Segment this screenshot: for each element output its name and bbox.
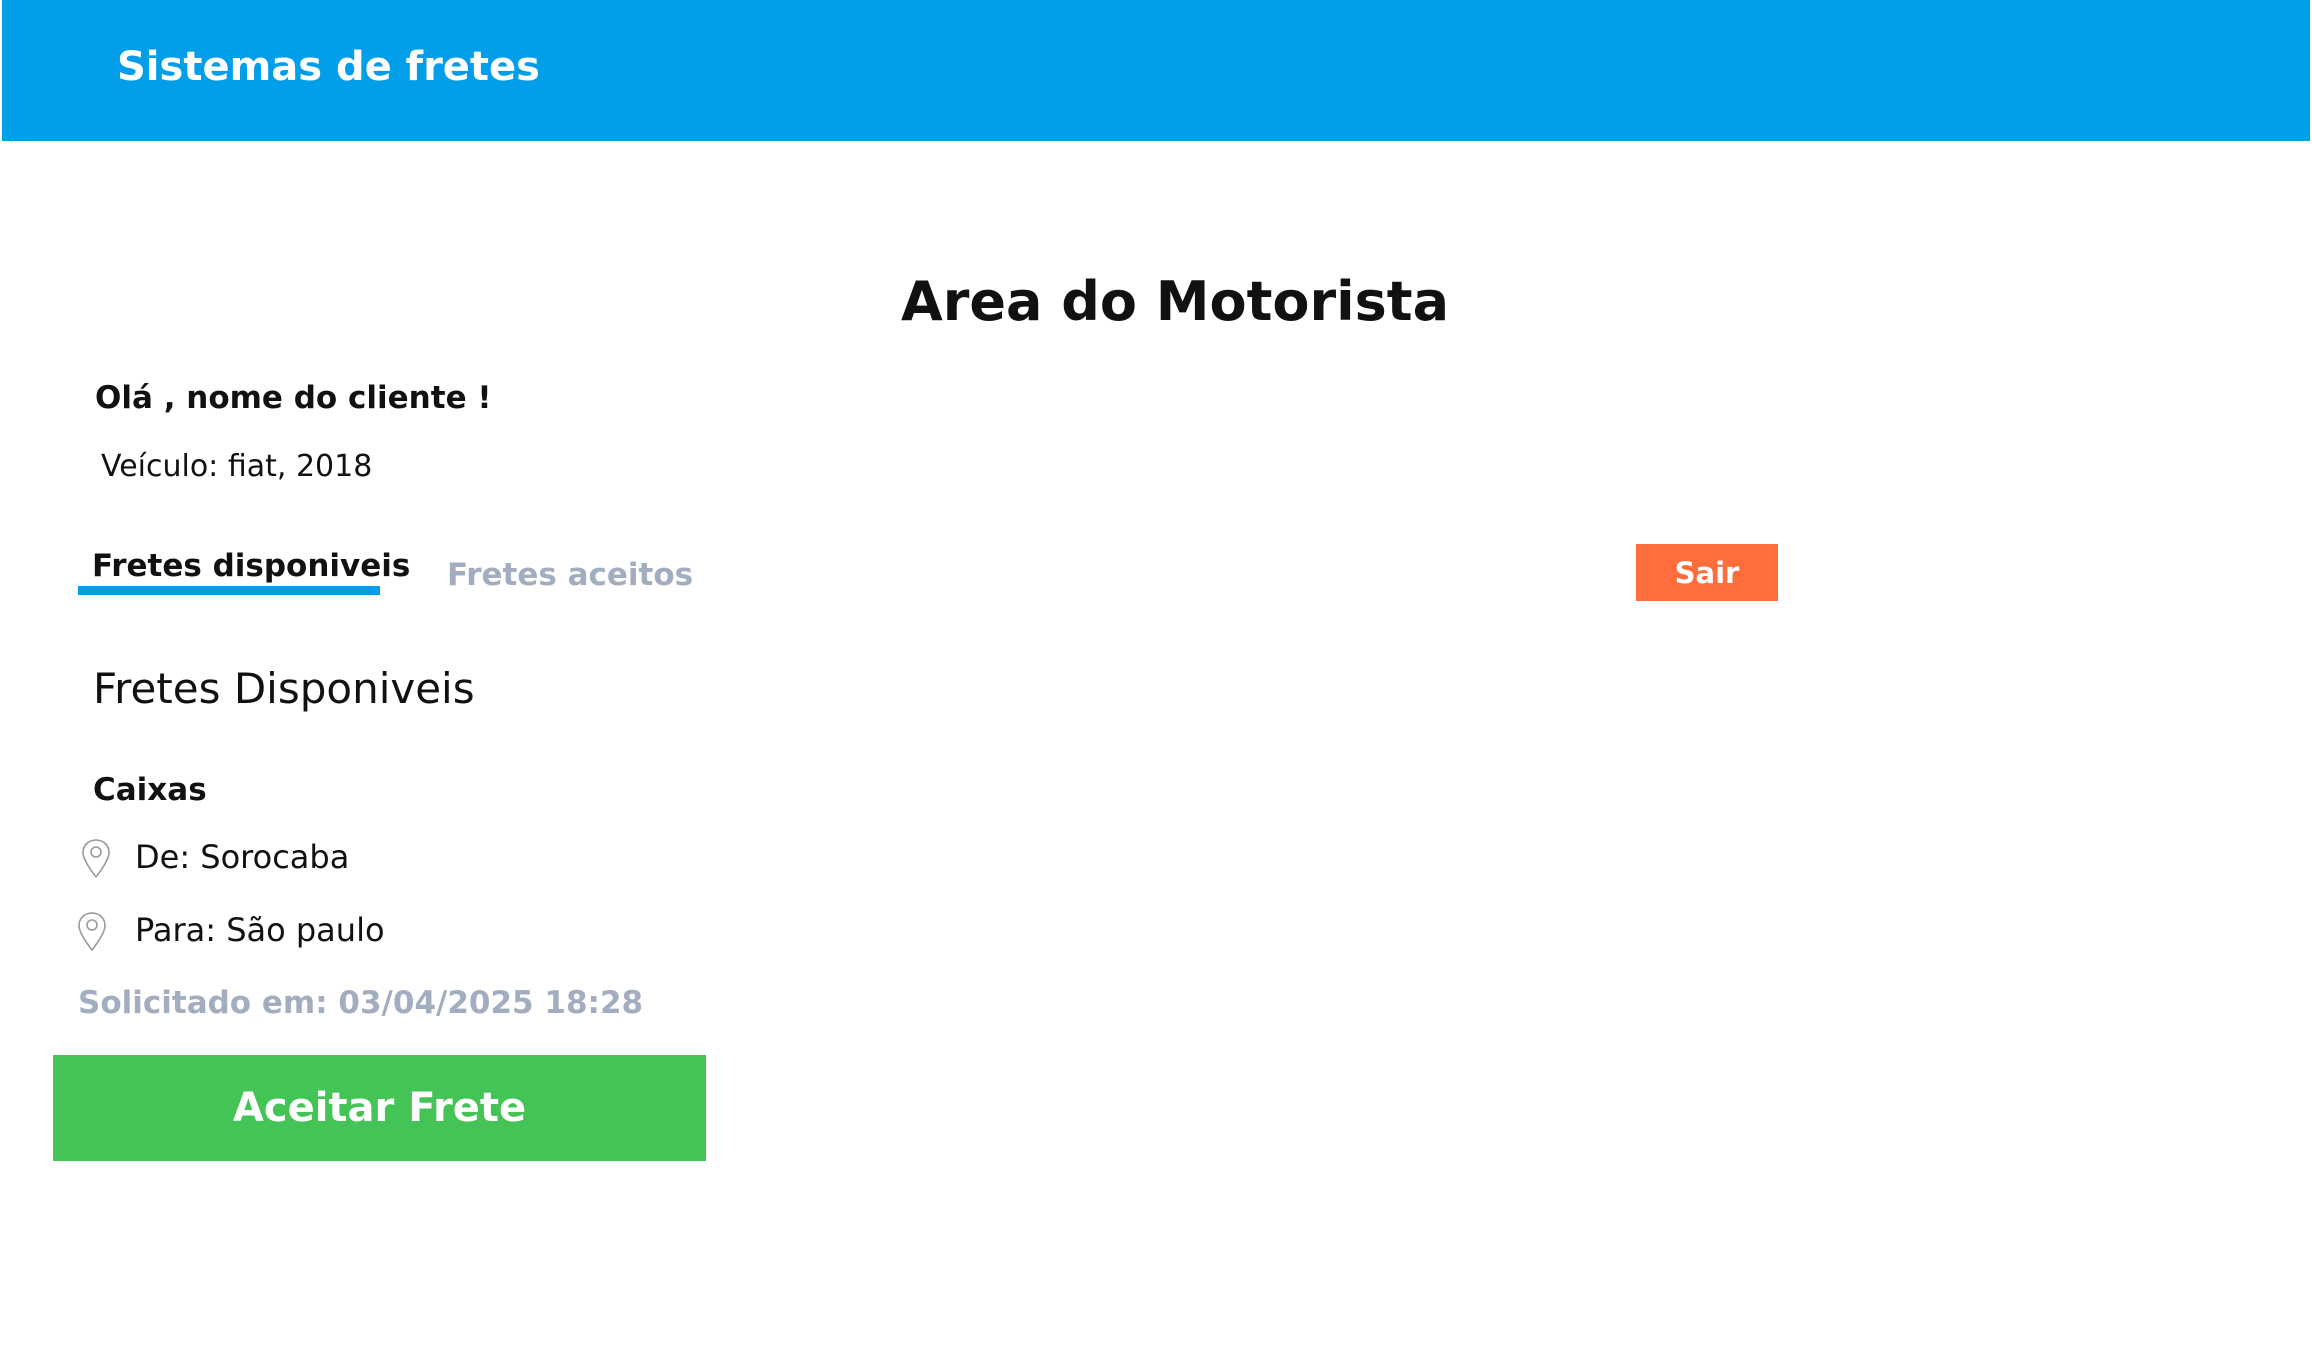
- cargo-type: Caixas: [93, 772, 207, 808]
- logout-button[interactable]: Sair: [1636, 544, 1778, 601]
- page-title: Area do Motorista: [900, 270, 1450, 333]
- destination-text: Para: São paulo: [135, 911, 385, 949]
- map-pin-icon: [82, 839, 110, 879]
- active-tab-indicator: [78, 586, 380, 595]
- origin-text: De: Sorocaba: [135, 838, 350, 876]
- tab-accepted-freights[interactable]: Fretes aceitos: [447, 557, 693, 593]
- greeting-text: Olá , nome do cliente !: [95, 380, 492, 416]
- tab-available-freights[interactable]: Fretes disponiveis: [92, 548, 410, 584]
- map-pin-icon: [78, 912, 106, 952]
- section-title: Fretes Disponiveis: [93, 664, 475, 713]
- app-header: Sistemas de fretes: [2, 0, 2310, 141]
- requested-timestamp: Solicitado em: 03/04/2025 18:28: [78, 985, 644, 1021]
- vehicle-info: Veículo: fiat, 2018: [101, 449, 373, 484]
- app-title: Sistemas de fretes: [117, 44, 540, 90]
- page: Sistemas de fretes Area do Motorista Olá…: [0, 0, 2312, 1353]
- accept-freight-button[interactable]: Aceitar Frete: [53, 1055, 706, 1161]
